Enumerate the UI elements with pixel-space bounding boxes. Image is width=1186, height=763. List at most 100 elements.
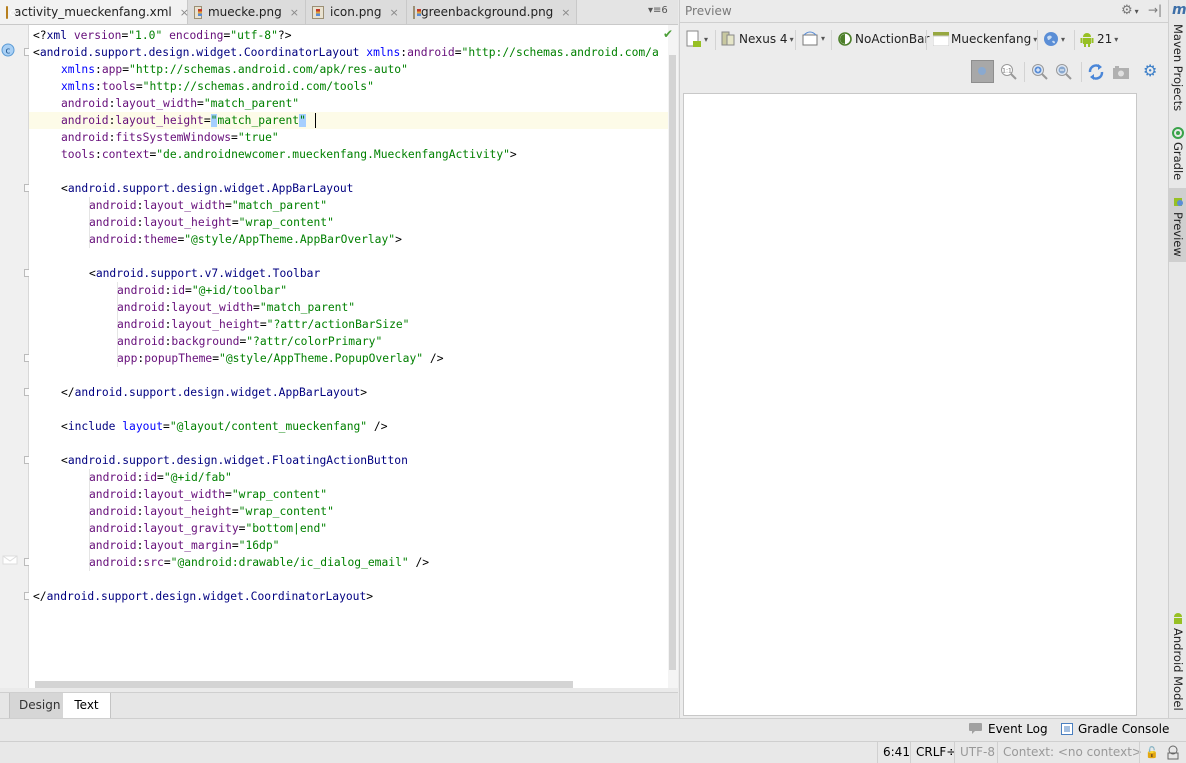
- file-encoding[interactable]: UTF-8: [954, 742, 1000, 763]
- activity-icon: [933, 32, 949, 46]
- hide-panel-icon[interactable]: →|: [1148, 3, 1162, 17]
- xml-file-icon: [6, 5, 16, 19]
- code-token: "wrap_content": [231, 488, 328, 501]
- right-tool-stripe: m Maven Projects Gradle Preview Android …: [1168, 0, 1186, 718]
- code-token: "utf-8": [230, 29, 278, 42]
- code-token: >: [509, 148, 517, 161]
- preview-tab[interactable]: Preview: [1171, 212, 1185, 257]
- maven-icon: m: [1172, 2, 1186, 18]
- code-line[interactable]: android:layout_width="wrap_content": [89, 486, 327, 503]
- code-line[interactable]: android:layout_height="match_parent": [61, 112, 306, 129]
- code-line[interactable]: <android.support.design.widget.FloatingA…: [61, 452, 408, 469]
- zoom-in-icon[interactable]: [1031, 63, 1049, 81]
- preview-settings-icon[interactable]: ⚙: [1143, 61, 1157, 80]
- close-tab-icon[interactable]: ×: [290, 6, 299, 19]
- code-line[interactable]: android:id="@+id/fab": [89, 469, 232, 486]
- code-line[interactable]: android:layout_height="?attr/actionBarSi…: [117, 316, 409, 333]
- hector-inspector-icon[interactable]: [1166, 745, 1180, 760]
- api-level-label: 21: [1097, 32, 1113, 46]
- zoom-out-icon[interactable]: [1055, 63, 1073, 81]
- code-line[interactable]: <android.support.design.widget.AppBarLay…: [61, 180, 353, 197]
- refresh-icon[interactable]: [1087, 63, 1105, 81]
- code-token: layout_height: [143, 216, 232, 229]
- event-log-button[interactable]: Event Log: [969, 722, 1048, 736]
- code-line[interactable]: android:id="@+id/toolbar": [117, 282, 287, 299]
- actual-size-icon[interactable]: 1:1: [1000, 63, 1018, 81]
- api-level-dropdown[interactable]: 21 ▾: [1080, 30, 1118, 48]
- code-token: />: [367, 420, 388, 433]
- code-line[interactable]: </android.support.design.widget.AppBarLa…: [61, 384, 367, 401]
- code-line[interactable]: android:theme="@style/AppTheme.AppBarOve…: [89, 231, 402, 248]
- activity-dropdown[interactable]: Mueckenfang ▾: [933, 30, 1037, 48]
- class-c-icon[interactable]: c: [1, 43, 15, 57]
- code-line[interactable]: android:layout_width="match_parent": [61, 95, 299, 112]
- zoom-to-fit-button[interactable]: [971, 60, 994, 83]
- code-line[interactable]: android:layout_margin="16dp": [89, 537, 279, 554]
- xml-code-editor[interactable]: <?xml version="1.0" encoding="utf-8"?> <a…: [29, 25, 668, 688]
- code-line[interactable]: android:fitsSystemWindows="true": [61, 129, 279, 146]
- theme-dropdown[interactable]: NoActionBar: [838, 30, 929, 48]
- code-line[interactable]: </android.support.design.widget.Coordina…: [33, 588, 373, 605]
- code-line[interactable]: xmlns:tools="http://schemas.android.com/…: [61, 78, 374, 95]
- editor-vertical-scroll-thumb[interactable]: [669, 55, 676, 670]
- read-only-lock-icon[interactable]: 🔓: [1139, 742, 1164, 763]
- code-line[interactable]: android:layout_width="match_parent": [117, 299, 355, 316]
- tab-design[interactable]: Design: [9, 693, 71, 718]
- code-token: android: [61, 97, 109, 110]
- orientation-dropdown[interactable]: ▾: [801, 30, 825, 46]
- code-line[interactable]: xmlns:app="http://schemas.android.com/ap…: [61, 61, 408, 78]
- screenshot-icon[interactable]: [1112, 64, 1130, 80]
- locale-dropdown[interactable]: ▾: [1043, 30, 1065, 48]
- toolbar-separator: [1074, 30, 1075, 50]
- code-token: :: [95, 148, 102, 161]
- theme-label: NoActionBar: [855, 32, 930, 46]
- preview-settings-gear-icon[interactable]: ⚙ ▾: [1121, 3, 1139, 18]
- code-token: android.support.design.widget.FloatingAc…: [67, 454, 408, 467]
- code-line[interactable]: android:background="?attr/colorPrimary": [117, 333, 382, 350]
- code-token: tools: [61, 148, 96, 161]
- code-token: "16dp": [238, 539, 280, 552]
- code-line[interactable]: tools:context="de.androidnewcomer.muecke…: [61, 146, 517, 163]
- code-token: <: [61, 420, 68, 433]
- context-indicator[interactable]: Context: <no context>: [997, 742, 1147, 763]
- code-token: android: [89, 471, 137, 484]
- code-token: =: [185, 284, 192, 297]
- gradle-console-label: Gradle Console: [1078, 722, 1170, 736]
- code-token: <: [33, 46, 40, 59]
- gradle-console-button[interactable]: Gradle Console: [1061, 722, 1169, 736]
- virtual-device-dropdown[interactable]: ▾: [686, 30, 708, 48]
- editor-tab-muecke-png[interactable]: muecke.png ×: [188, 0, 306, 24]
- code-token: =: [454, 46, 462, 59]
- close-tab-icon[interactable]: ×: [561, 6, 570, 19]
- preview-render-canvas[interactable]: [683, 93, 1137, 716]
- close-tab-icon[interactable]: ×: [390, 6, 399, 19]
- code-token: layout_height: [115, 114, 204, 127]
- inspection-ok-check-icon[interactable]: ✔: [663, 27, 673, 41]
- maven-projects-tab[interactable]: Maven Projects: [1171, 24, 1185, 111]
- editor-mode-tabs: Design Text: [0, 692, 678, 719]
- android-model-tab[interactable]: Android Model: [1171, 628, 1185, 711]
- editor-tab-greenbackground-png[interactable]: greenbackground.png ×: [407, 0, 577, 24]
- editor-tab-icon-png[interactable]: icon.png ×: [306, 0, 407, 24]
- code-line[interactable]: <?xml version="1.0" encoding="utf-8"?>: [33, 27, 292, 44]
- tab-text[interactable]: Text: [63, 693, 111, 718]
- code-line[interactable]: <android.support.design.widget.Coordinat…: [33, 44, 659, 61]
- gradle-tab[interactable]: Gradle: [1171, 142, 1185, 180]
- email-gutter-icon: [2, 555, 18, 565]
- code-line[interactable]: android:src="@android:drawable/ic_dialog…: [89, 554, 429, 571]
- toolbar-separator: [926, 30, 927, 50]
- code-line[interactable]: app:popupTheme="@style/AppTheme.PopupOve…: [117, 350, 444, 367]
- code-line[interactable]: android:layout_height="wrap_content": [89, 214, 334, 231]
- code-line[interactable]: <include layout="@layout/content_muecken…: [61, 418, 388, 435]
- code-line[interactable]: android:layout_gravity="bottom|end": [89, 520, 327, 537]
- code-token: layout_width: [115, 97, 198, 110]
- code-line[interactable]: <android.support.v7.widget.Toolbar: [89, 265, 320, 282]
- editor-horizontal-scroll-thumb[interactable]: [35, 681, 573, 688]
- device-dropdown[interactable]: Nexus 4 ▾: [721, 30, 794, 48]
- editor-tab-activity-xml[interactable]: activity_mueckenfang.xml ×: [0, 0, 189, 24]
- code-line[interactable]: android:layout_width="match_parent": [89, 197, 327, 214]
- code-token: =: [225, 488, 232, 501]
- code-line[interactable]: android:layout_height="wrap_content": [89, 503, 334, 520]
- code-token: "match_parent": [231, 199, 328, 212]
- tab-overflow-button[interactable]: ▾≡6: [648, 5, 668, 16]
